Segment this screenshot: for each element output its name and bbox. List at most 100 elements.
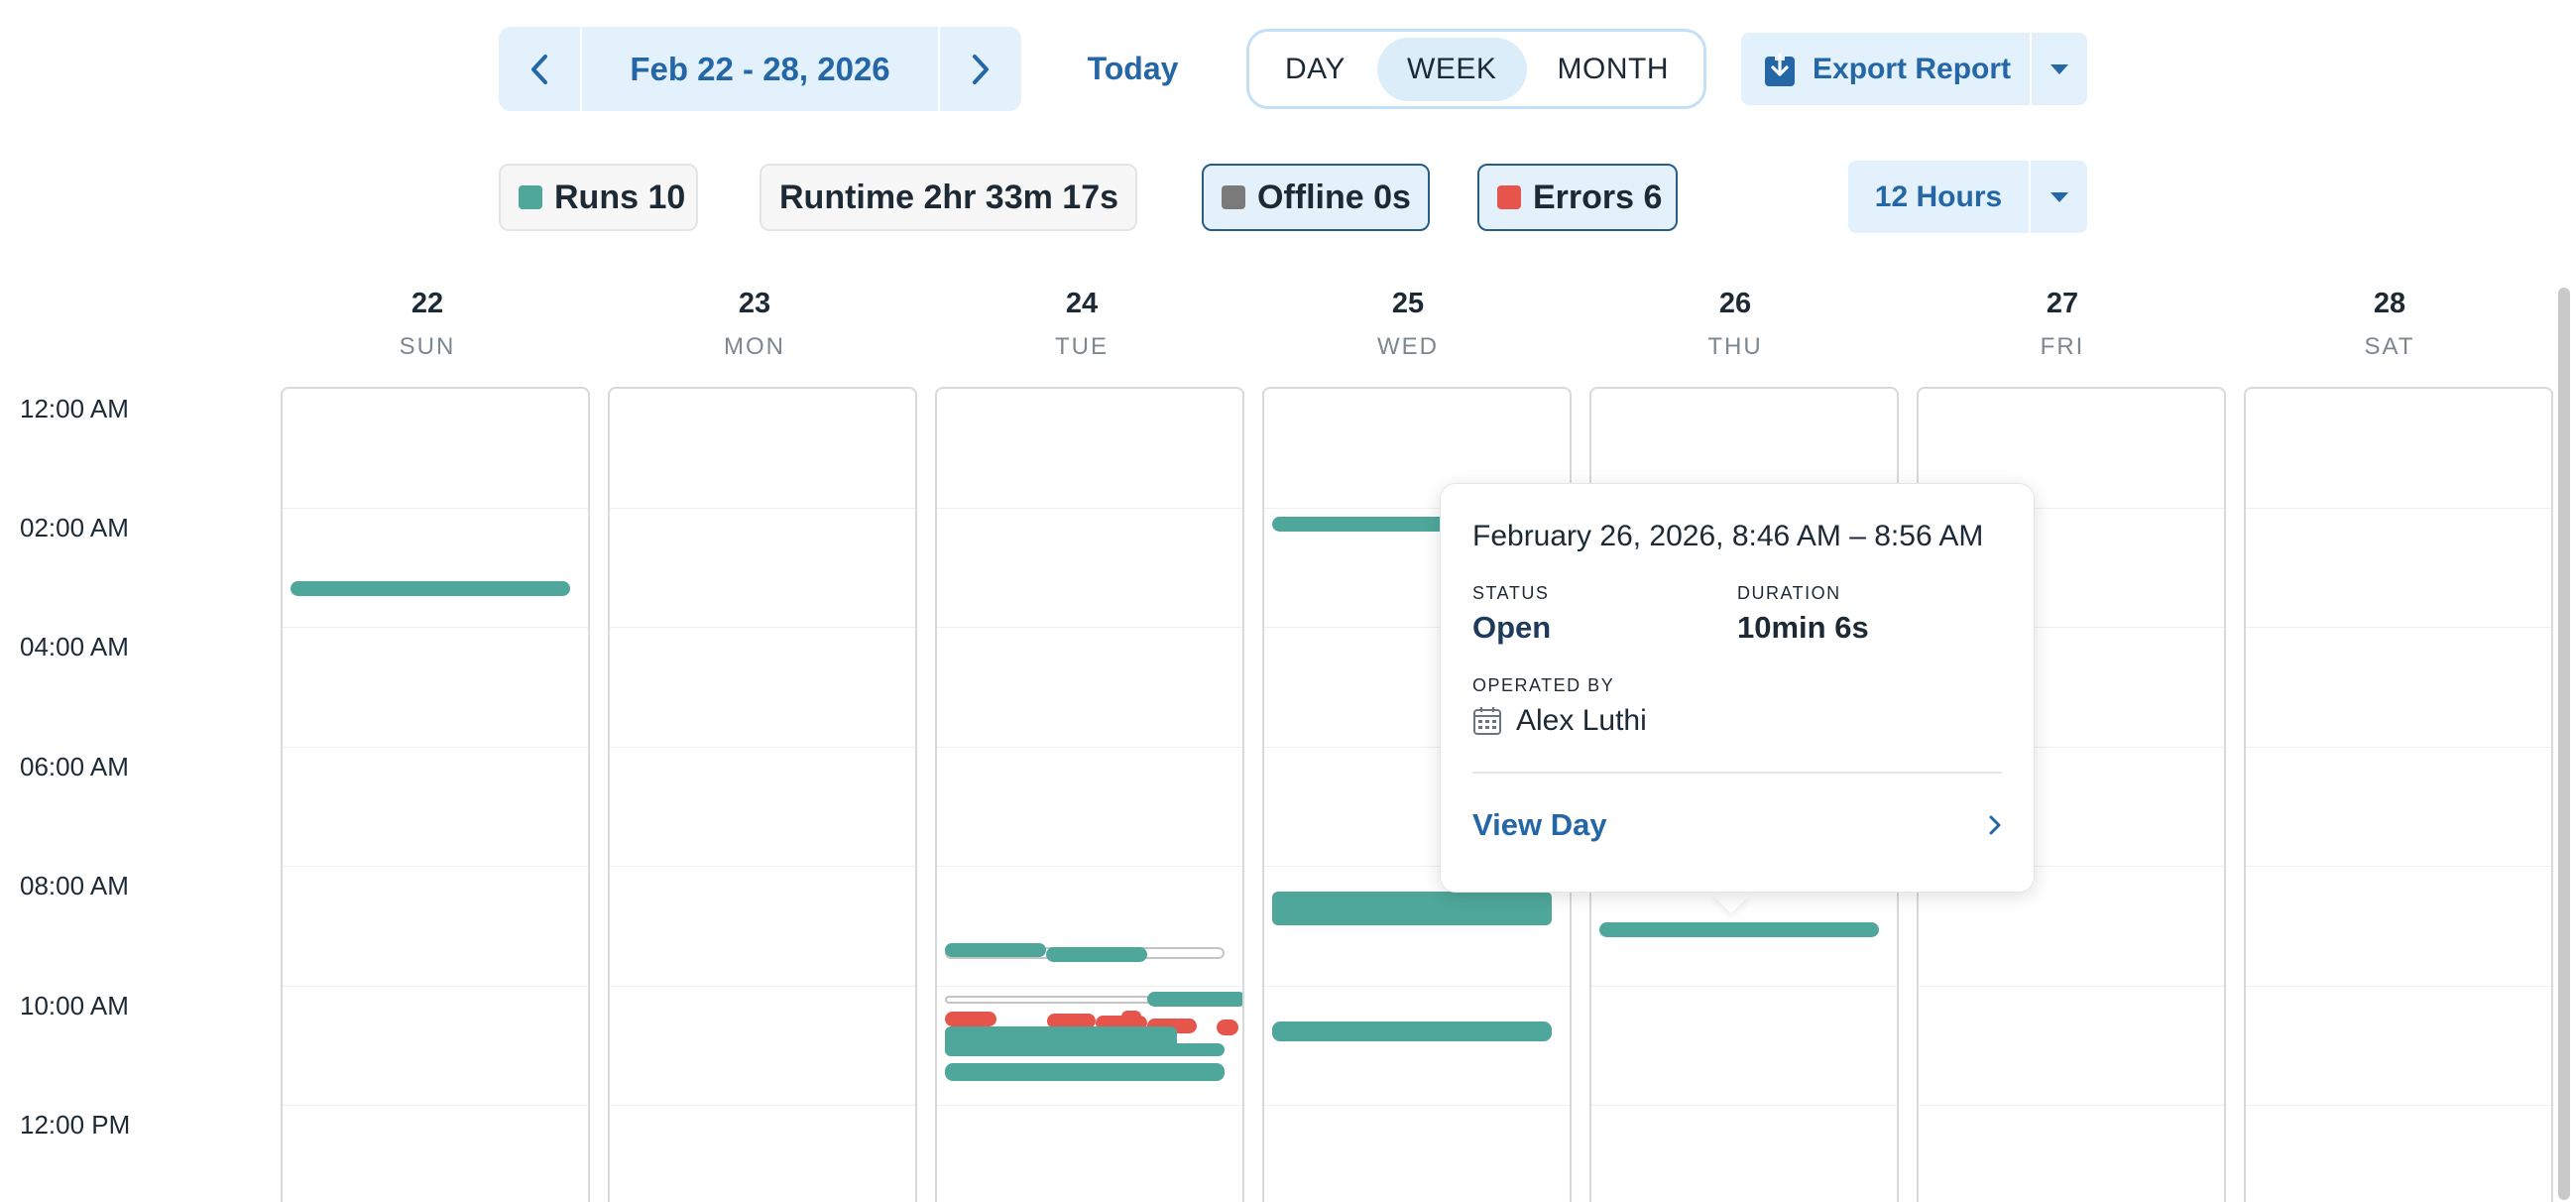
export-options-dropdown[interactable]: [2032, 33, 2087, 105]
offline-swatch: [1222, 185, 1245, 209]
day-header-sat: 28 SAT: [2235, 288, 2544, 361]
view-day-label: View Day: [1472, 807, 1607, 842]
view-week-option[interactable]: WEEK: [1376, 37, 1527, 101]
time-label: 10:00 AM: [20, 991, 129, 1021]
hour-gridline: [937, 1105, 1242, 1106]
hour-gridline: [283, 986, 588, 987]
view-toggle: DAY WEEK MONTH: [1246, 29, 1706, 109]
interval-button[interactable]: 12 Hours: [1848, 161, 2029, 233]
today-button[interactable]: Today: [1061, 27, 1205, 111]
hour-gridline: [1591, 986, 1897, 987]
runtime-stat-label: Runtime: [779, 178, 914, 216]
run-bar[interactable]: [1147, 992, 1242, 1007]
day-column-mon[interactable]: [608, 387, 917, 1202]
day-number: 28: [2373, 288, 2406, 319]
popover-title: February 26, 2026, 8:46 AM – 8:56 AM: [1472, 520, 1984, 552]
day-column-tue[interactable]: [935, 387, 1244, 1202]
day-number: 27: [2046, 288, 2079, 319]
status-field: STATUS Open: [1472, 583, 1737, 646]
download-icon: [1765, 52, 1795, 86]
chevron-right-icon: [1989, 815, 2001, 835]
duration-value: 10min 6s: [1737, 610, 1869, 645]
runs-stat-value: 10: [647, 178, 686, 216]
day-name: MON: [724, 333, 785, 360]
hour-gridline: [610, 627, 915, 628]
errors-filter[interactable]: Errors 6: [1477, 164, 1678, 231]
hour-gridline: [1919, 1105, 2224, 1106]
calendar-icon: [1473, 707, 1501, 735]
export-report-button[interactable]: Export Report: [1741, 33, 2030, 105]
run-bar[interactable]: [945, 1043, 1225, 1056]
hour-gridline: [283, 1105, 588, 1106]
day-column-sat[interactable]: [2244, 387, 2553, 1202]
export-report-label: Export Report: [1813, 52, 2012, 85]
caret-down-icon: [2050, 63, 2068, 74]
error-bar[interactable]: [1217, 1020, 1238, 1035]
hour-gridline: [2246, 1105, 2551, 1106]
time-label: 02:00 AM: [20, 513, 129, 542]
vertical-scrollbar[interactable]: [2558, 288, 2570, 1200]
hour-gridline: [937, 747, 1242, 748]
run-bar[interactable]: [1046, 947, 1147, 962]
error-bar[interactable]: [945, 1012, 996, 1026]
run-bar-selected[interactable]: [1599, 922, 1879, 937]
view-month-option[interactable]: MONTH: [1527, 38, 1699, 101]
hour-gridline: [937, 866, 1242, 867]
hour-gridline: [283, 627, 588, 628]
previous-week-button[interactable]: [499, 27, 580, 111]
hour-gridline: [610, 986, 915, 987]
duration-field: DURATION 10min 6s: [1737, 583, 2002, 646]
hour-gridline: [283, 866, 588, 867]
time-label: 12:00 PM: [20, 1110, 131, 1140]
time-label: 08:00 AM: [20, 871, 129, 901]
runtime-stat: Runtime 2hr 33m 17s: [760, 164, 1137, 231]
time-label: 04:00 AM: [20, 632, 129, 661]
operator: Alex Luthi: [1472, 704, 2002, 738]
hour-gridline: [2246, 986, 2551, 987]
run-bar[interactable]: [1272, 892, 1552, 925]
run-bar[interactable]: [945, 943, 1046, 957]
day-header-mon: 23 MON: [600, 288, 909, 361]
hour-gridline: [2246, 747, 2551, 748]
status-key: STATUS: [1472, 583, 1550, 603]
operator-field: OPERATED BY Alex Luthi: [1472, 675, 2002, 738]
date-range-label[interactable]: Feb 22 - 28, 2026: [580, 27, 940, 111]
duration-key: DURATION: [1737, 583, 1841, 603]
hour-gridline: [283, 747, 588, 748]
operator-key: OPERATED BY: [1472, 675, 1615, 695]
hour-gridline: [610, 1105, 915, 1106]
next-week-button[interactable]: [940, 27, 1021, 111]
day-header-wed: 25 WED: [1253, 288, 1563, 361]
caret-down-icon: [2049, 191, 2068, 202]
hour-gridline: [1591, 1105, 1897, 1106]
day-column-sun[interactable]: [281, 387, 590, 1202]
error-bar[interactable]: [1121, 1011, 1141, 1022]
hour-gridline: [2246, 627, 2551, 628]
run-bar[interactable]: [945, 1063, 1225, 1081]
day-number: 22: [410, 288, 444, 319]
hour-gridline: [937, 627, 1242, 628]
interval-dropdown[interactable]: [2031, 161, 2087, 233]
day-header-sun: 22 SUN: [273, 288, 582, 361]
day-number: 26: [1718, 288, 1752, 319]
hour-gridline: [1264, 986, 1570, 987]
hour-gridline: [610, 747, 915, 748]
run-bar[interactable]: [1272, 1022, 1552, 1041]
day-header-tue: 24 TUE: [927, 288, 1236, 361]
status-value: Open: [1472, 610, 1552, 645]
chevron-right-icon: [973, 54, 989, 84]
errors-swatch: [1497, 185, 1521, 209]
day-name: THU: [1707, 333, 1763, 360]
view-day-option[interactable]: DAY: [1253, 38, 1377, 101]
hour-gridline: [937, 508, 1242, 509]
time-label: 12:00 AM: [20, 394, 129, 423]
day-number: 23: [738, 288, 771, 319]
errors-stat-label: Errors: [1533, 178, 1635, 216]
view-day-link[interactable]: View Day: [1472, 774, 2002, 877]
day-header-thu: 26 THU: [1581, 288, 1890, 361]
run-bar[interactable]: [291, 581, 570, 596]
offline-filter[interactable]: Offline 0s: [1202, 164, 1430, 231]
hour-gridline: [2246, 866, 2551, 867]
day-name: FRI: [2040, 333, 2085, 360]
runs-stat-label: Runs: [554, 178, 639, 216]
